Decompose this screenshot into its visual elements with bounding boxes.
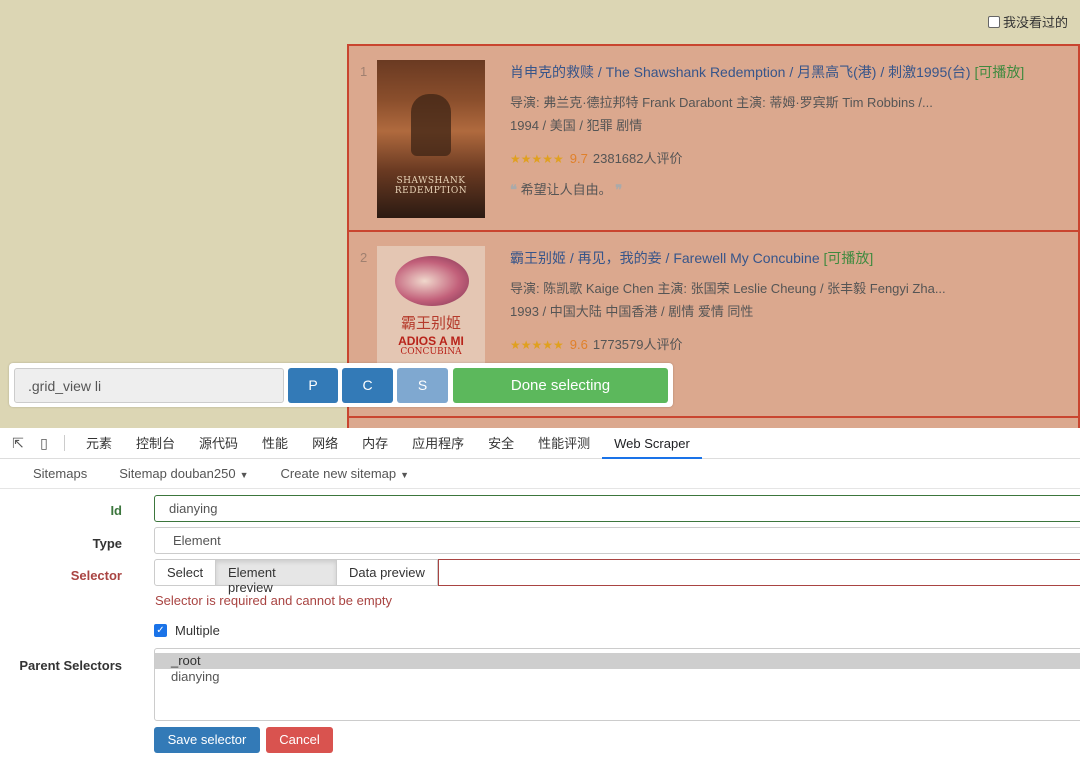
select-button[interactable]: Select xyxy=(154,559,216,586)
device-toolbar-icon[interactable]: ▯ xyxy=(36,435,52,451)
open-quote-icon: ❝ xyxy=(510,183,517,198)
movie-meta: 1994 / 美国 / 犯罪 剧情 xyxy=(510,118,643,133)
movie-credits: 导演: 陈凯歌 Kaige Chen 主演: 张国荣 Leslie Cheung… xyxy=(510,281,946,296)
rating-votes: 1773579人评价 xyxy=(592,337,683,352)
movie-meta: 1993 / 中国大陆 中国香港 / 剧情 爱情 同性 xyxy=(510,304,754,319)
movie-quote: ❝ 希望让人自由。 ❞ xyxy=(510,179,1070,198)
rating-score: 9.6 xyxy=(569,337,588,352)
nav-sitemap-label: Sitemap douban250 xyxy=(119,466,236,481)
data-preview-button[interactable]: Data preview xyxy=(336,559,438,586)
tab-performance[interactable]: 性能 xyxy=(250,428,300,459)
movie-rating: ★★★★★ 9.6 1773579人评价 xyxy=(510,334,1070,353)
playable-badge: [可播放] xyxy=(974,64,1025,80)
selector-edit-form: Id dianying Type Element Selector Select… xyxy=(0,489,1080,775)
unwatched-checkbox[interactable] xyxy=(987,15,1000,28)
movie-item-highlighted[interactable] xyxy=(347,416,1080,428)
poster-english-title: ADIOS A MI xyxy=(398,334,464,348)
multiple-label: Multiple xyxy=(175,623,220,638)
caret-down-icon: ▼ xyxy=(239,470,249,480)
tab-sources[interactable]: 源代码 xyxy=(187,428,250,459)
unwatched-label: 我没看过的 xyxy=(1002,15,1068,30)
movie-rank: 1 xyxy=(360,64,368,79)
tab-security[interactable]: 安全 xyxy=(476,428,526,459)
selector-input[interactable] xyxy=(438,559,1080,586)
movie-item-highlighted[interactable]: 1 SHAWSHANK REDEMPTION 肖申克的救赎 / The Shaw… xyxy=(347,44,1080,232)
movie-alt-titles: / 再见，我的妾 / Farewell My Concubine xyxy=(566,250,824,266)
id-input[interactable]: dianying xyxy=(154,495,1080,522)
poster-figure xyxy=(411,94,451,156)
rating-votes: 2381682人评价 xyxy=(592,151,683,166)
selected-selector-display: .grid_view li xyxy=(14,368,284,403)
close-quote-icon: ❞ xyxy=(615,183,623,198)
tab-application[interactable]: 应用程序 xyxy=(400,428,476,459)
parent-selectors-label: Parent Selectors xyxy=(19,658,122,673)
movie-info: 霸王别姬 / 再见，我的妾 / Farewell My Concubine [可… xyxy=(510,248,1070,353)
multiple-checkbox[interactable]: ✓ xyxy=(154,624,167,637)
poster-english-subtitle: CONCUBINA xyxy=(400,347,462,357)
tab-elements[interactable]: 元素 xyxy=(74,428,124,459)
type-label: Type xyxy=(92,536,122,551)
select-parent-button[interactable]: P xyxy=(288,368,338,403)
multiple-option[interactable]: ✓ Multiple xyxy=(154,623,220,638)
rating-stars: ★★★★★ xyxy=(510,152,564,166)
nav-sitemap-dropdown[interactable]: Sitemap douban250 ▼ xyxy=(103,466,264,481)
save-selector-button[interactable]: Save selector xyxy=(154,727,260,753)
cancel-button[interactable]: Cancel xyxy=(266,727,333,753)
nav-sitemaps[interactable]: Sitemaps xyxy=(0,466,103,481)
parent-option-dianying[interactable]: dianying xyxy=(155,669,1080,685)
movie-poster[interactable]: SHAWSHANK REDEMPTION xyxy=(377,60,485,218)
movie-rank: 2 xyxy=(360,250,368,265)
type-select[interactable]: Element xyxy=(154,527,1080,554)
id-label: Id xyxy=(110,503,122,518)
done-selecting-button[interactable]: Done selecting xyxy=(453,368,668,403)
poster-title: SHAWSHANK REDEMPTION xyxy=(394,176,468,196)
select-similar-button[interactable]: S xyxy=(397,368,448,403)
unwatched-filter[interactable]: 我没看过的 xyxy=(987,12,1068,31)
element-preview-button[interactable]: Element preview xyxy=(215,559,337,595)
movie-title[interactable]: 肖申克的救赎 xyxy=(510,64,594,80)
tab-lighthouse[interactable]: 性能评测 xyxy=(526,428,602,459)
select-child-button[interactable]: C xyxy=(342,368,393,403)
poster-face xyxy=(395,256,469,306)
selector-error-message: Selector is required and cannot be empty xyxy=(155,593,393,608)
movie-title-line[interactable]: 霸王别姬 / 再见，我的妾 / Farewell My Concubine [可… xyxy=(510,248,1070,268)
movie-quote-text: 希望让人自由。 xyxy=(520,182,612,197)
movie-rating: ★★★★★ 9.7 2381682人评价 xyxy=(510,148,1070,167)
caret-down-icon: ▼ xyxy=(400,470,410,480)
selection-toolbar: .grid_view li P C S Done selecting xyxy=(9,363,673,407)
parent-selectors-list[interactable]: _root dianying xyxy=(154,648,1080,721)
nav-create-sitemap-dropdown[interactable]: Create new sitemap ▼ xyxy=(265,466,426,481)
toolbar-divider xyxy=(64,435,65,451)
tab-console[interactable]: 控制台 xyxy=(124,428,187,459)
web-scraper-nav: Sitemaps Sitemap douban250 ▼ Create new s… xyxy=(0,459,1080,489)
webpage-content: 我没看过的 1 SHAWSHANK REDEMPTION 肖申克的救赎 / Th… xyxy=(0,0,1080,428)
movie-title[interactable]: 霸王别姬 xyxy=(510,250,566,266)
nav-create-label: Create new sitemap xyxy=(280,466,397,481)
tab-network[interactable]: 网络 xyxy=(300,428,350,459)
selector-label: Selector xyxy=(70,568,122,583)
movie-credits: 导演: 弗兰克·德拉邦特 Frank Darabont 主演: 蒂姆·罗宾斯 T… xyxy=(510,95,933,110)
rating-stars: ★★★★★ xyxy=(510,338,564,352)
devtools-tab-bar: ⇱ ▯ 元素 控制台 源代码 性能 网络 内存 应用程序 安全 性能评测 Web… xyxy=(0,428,1080,459)
tab-web-scraper[interactable]: Web Scraper xyxy=(602,428,702,459)
movie-info: 肖申克的救赎 / The Shawshank Redemption / 月黑高飞… xyxy=(510,62,1070,198)
parent-option-root[interactable]: _root xyxy=(155,653,1080,669)
poster-chinese-title: 霸王别姬 xyxy=(400,314,461,332)
movie-title-line[interactable]: 肖申克的救赎 / The Shawshank Redemption / 月黑高飞… xyxy=(510,62,1070,82)
inspect-element-icon[interactable]: ⇱ xyxy=(10,435,26,451)
tab-memory[interactable]: 内存 xyxy=(350,428,400,459)
playable-badge: [可播放] xyxy=(823,250,874,266)
rating-score: 9.7 xyxy=(569,151,588,166)
movie-alt-titles: / The Shawshank Redemption / 月黑高飞(港) / 刺… xyxy=(594,64,975,80)
